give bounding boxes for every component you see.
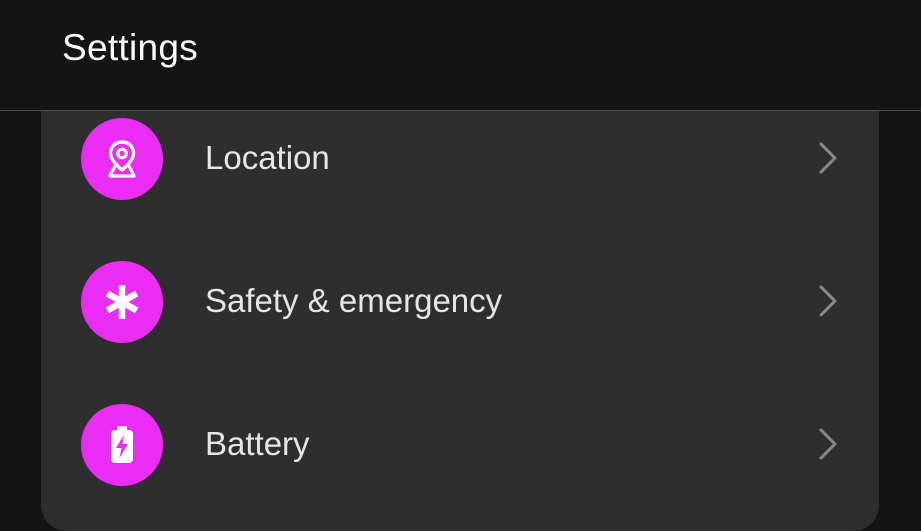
- chevron-right-icon: [819, 142, 837, 174]
- battery-charging-icon: [81, 404, 163, 486]
- settings-item-label: Location: [205, 139, 330, 176]
- settings-item-battery[interactable]: Battery: [41, 374, 879, 517]
- settings-item-label: Battery: [205, 425, 310, 462]
- settings-item-safety-emergency[interactable]: Safety & emergency: [41, 231, 879, 374]
- chevron-right-icon: [819, 285, 837, 317]
- settings-item-location[interactable]: Location: [41, 88, 879, 231]
- settings-card: Location Safety & emergency Battery: [41, 111, 879, 531]
- location-pin-icon: [81, 118, 163, 200]
- page-title: Settings: [62, 27, 199, 68]
- chevron-right-icon: [819, 428, 837, 460]
- asterisk-icon: [81, 261, 163, 343]
- settings-item-label: Safety & emergency: [205, 282, 503, 319]
